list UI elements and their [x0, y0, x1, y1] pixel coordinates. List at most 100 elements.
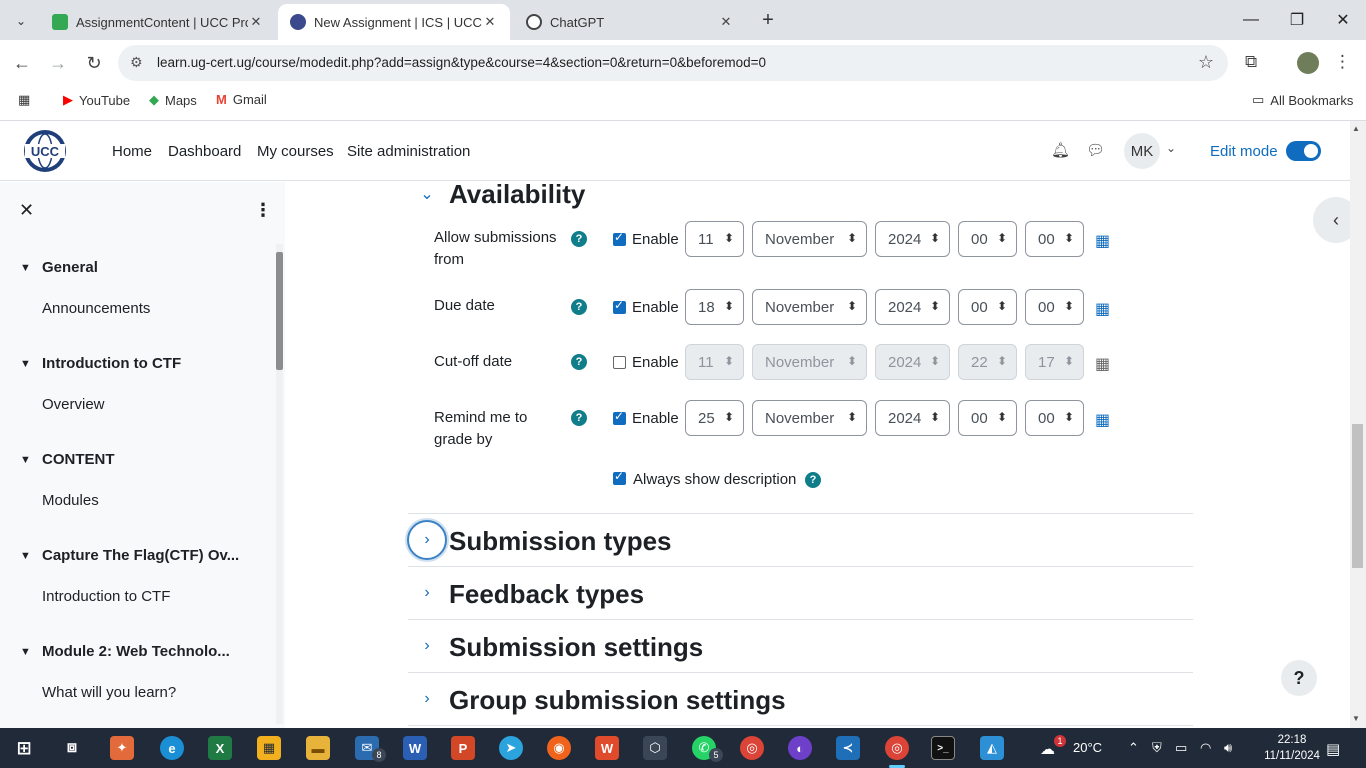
volume-icon[interactable]: 🔊︎ — [1224, 740, 1232, 756]
drawer-menu-icon[interactable]: ⋮ — [254, 200, 272, 221]
extensions-icon[interactable]: ⧉ — [1245, 52, 1257, 72]
drawer-section-ctf-overview[interactable]: ▼ Capture The Flag(CTF) Ov... — [20, 547, 239, 564]
weather-temperature[interactable]: 20°C — [1073, 740, 1102, 755]
remind-grade-enable-checkbox[interactable] — [613, 409, 626, 425]
vscode-icon[interactable]: ≺ — [836, 736, 860, 760]
excel-icon[interactable]: X — [208, 736, 232, 760]
task-view-icon[interactable]: ⧈ — [60, 736, 84, 760]
firefox-icon[interactable]: ◉ — [547, 736, 571, 760]
browser-menu-icon[interactable]: ⋮ — [1334, 52, 1351, 72]
user-avatar[interactable]: MK — [1124, 133, 1160, 169]
allow-submissions-month-select[interactable]: November — [752, 221, 867, 257]
notification-bell-icon[interactable]: 🔔︎ — [1051, 141, 1070, 159]
telegram-icon[interactable]: ➤ — [499, 736, 523, 760]
weather-cloud-icon[interactable]: ☁ — [1040, 740, 1055, 758]
group-submission-settings-title[interactable]: Group submission settings — [449, 685, 786, 716]
windows-start-icon[interactable]: ⊞ — [12, 736, 36, 760]
tab-assignment-content[interactable]: AssignmentContent | UCC Proje ✕ — [40, 4, 276, 40]
messages-icon[interactable]: 💬︎ — [1086, 141, 1105, 159]
nav-site-administration[interactable]: Site administration — [347, 143, 470, 160]
due-date-enable-checkbox[interactable] — [613, 298, 626, 314]
cut-off-date-enable-checkbox[interactable] — [613, 356, 626, 369]
bookmark-youtube[interactable]: ▶ YouTube — [63, 92, 130, 108]
word-icon[interactable]: W — [403, 736, 427, 760]
new-tab-button[interactable]: + — [758, 10, 778, 30]
submission-settings-title[interactable]: Submission settings — [449, 632, 703, 663]
due-date-year-select[interactable]: 2024 — [875, 289, 950, 325]
github-desktop-icon[interactable]: ◐ — [788, 736, 812, 760]
help-icon[interactable]: ? — [571, 410, 587, 426]
remind-grade-hour-select[interactable]: 00 — [958, 400, 1017, 436]
drawer-section-content[interactable]: ▼ CONTENT — [20, 451, 115, 468]
profile-avatar[interactable] — [1297, 52, 1319, 74]
drawer-item-what-will-you-learn[interactable]: What will you learn? — [42, 684, 176, 701]
virtualbox-icon[interactable]: ⬡ — [643, 736, 667, 760]
chevron-down-icon[interactable]: ▼ — [20, 646, 34, 658]
forward-button[interactable]: → — [46, 51, 70, 75]
drawer-item-overview[interactable]: Overview — [42, 396, 105, 413]
calendar-icon[interactable]: ▦ — [1095, 231, 1110, 251]
tab-search-icon[interactable]: ⌄ — [8, 8, 34, 34]
site-info-icon[interactable]: ⚙ — [130, 54, 143, 71]
submission-types-title[interactable]: Submission types — [449, 526, 672, 557]
bookmark-star-icon[interactable]: ☆ — [1198, 52, 1214, 73]
wps-icon[interactable]: W — [595, 736, 619, 760]
edit-mode-toggle[interactable] — [1286, 141, 1321, 161]
wifi-icon[interactable]: ◠ — [1200, 740, 1211, 756]
battery-icon[interactable]: ▭ — [1175, 740, 1187, 756]
remind-grade-minute-select[interactable]: 00 — [1025, 400, 1084, 436]
restore-button[interactable]: ❐ — [1274, 0, 1320, 40]
window-close-button[interactable]: ✕ — [1320, 0, 1366, 40]
close-drawer-icon[interactable]: ✕ — [19, 200, 34, 221]
chevron-down-icon[interactable]: ▼ — [20, 262, 34, 274]
edit-mode-label[interactable]: Edit mode — [1210, 143, 1278, 160]
allow-submissions-enable-checkbox[interactable] — [613, 230, 626, 246]
allow-submissions-day-select[interactable]: 11 — [685, 221, 744, 257]
page-scrollbar-thumb[interactable] — [1352, 424, 1363, 568]
security-icon[interactable]: ⛨ — [1152, 740, 1162, 756]
due-date-month-select[interactable]: November — [752, 289, 867, 325]
nav-my-courses[interactable]: My courses — [257, 143, 334, 160]
always-show-description-checkbox[interactable] — [613, 469, 626, 485]
help-icon[interactable]: ? — [571, 299, 587, 315]
file-explorer-icon[interactable]: ▬ — [306, 736, 330, 760]
feedback-types-title[interactable]: Feedback types — [449, 579, 644, 610]
back-button[interactable]: ← — [10, 51, 34, 75]
notifications-icon[interactable]: ▤ — [1326, 740, 1340, 758]
chevron-down-icon[interactable]: ⌄ — [1166, 141, 1176, 155]
drawer-item-announcements[interactable]: Announcements — [42, 300, 150, 317]
chevron-up-icon[interactable]: ⌃ — [1128, 740, 1139, 756]
address-bar[interactable]: ⚙ learn.ug-cert.ug/course/modedit.php?ad… — [118, 45, 1228, 81]
allow-submissions-hour-select[interactable]: 00 — [958, 221, 1017, 257]
group-submission-settings-expand-button[interactable]: › — [408, 680, 446, 718]
minimize-button[interactable]: — — [1228, 0, 1274, 40]
reload-button[interactable]: ↻ — [82, 51, 106, 75]
calendar-icon[interactable]: ▦ — [1095, 299, 1110, 319]
chrome-active-icon[interactable]: ◎ — [885, 736, 909, 760]
submission-settings-expand-button[interactable]: › — [408, 627, 446, 665]
ucc-logo[interactable]: UCC — [19, 129, 72, 173]
drawer-section-general[interactable]: ▼ General — [20, 259, 98, 276]
nav-dashboard[interactable]: Dashboard — [168, 143, 241, 160]
allow-submissions-year-select[interactable]: 2024 — [875, 221, 950, 257]
nav-home[interactable]: Home — [112, 143, 152, 160]
calendar-icon[interactable]: ▦ — [1095, 410, 1110, 430]
terminal-icon[interactable]: >_ — [931, 736, 955, 760]
bookmark-gmail[interactable]: M Gmail — [216, 92, 267, 107]
remind-grade-day-select[interactable]: 25 — [685, 400, 744, 436]
submission-types-expand-button[interactable]: › — [407, 520, 447, 560]
paint-icon[interactable]: ◭ — [980, 736, 1004, 760]
scroll-down-arrow-icon[interactable]: ▼ — [1352, 714, 1360, 723]
bookmark-maps[interactable]: ◆ Maps — [149, 92, 197, 108]
apps-icon[interactable]: ▦ — [18, 92, 30, 108]
chevron-down-icon[interactable]: ▼ — [20, 550, 34, 562]
taskbar-clock[interactable]: 22:18 11/11/2024 — [1262, 732, 1322, 764]
chrome-icon[interactable]: ◎ — [740, 736, 764, 760]
url-text[interactable]: learn.ug-cert.ug/course/modedit.php?add=… — [157, 55, 766, 70]
help-icon[interactable]: ? — [571, 231, 587, 247]
store-icon[interactable]: ▦ — [257, 736, 281, 760]
allow-submissions-minute-select[interactable]: 00 — [1025, 221, 1084, 257]
availability-collapse-button[interactable]: ⌄ — [408, 182, 446, 213]
all-bookmarks[interactable]: ▭ All Bookmarks — [1252, 92, 1353, 108]
chevron-down-icon[interactable]: ▼ — [20, 454, 34, 466]
